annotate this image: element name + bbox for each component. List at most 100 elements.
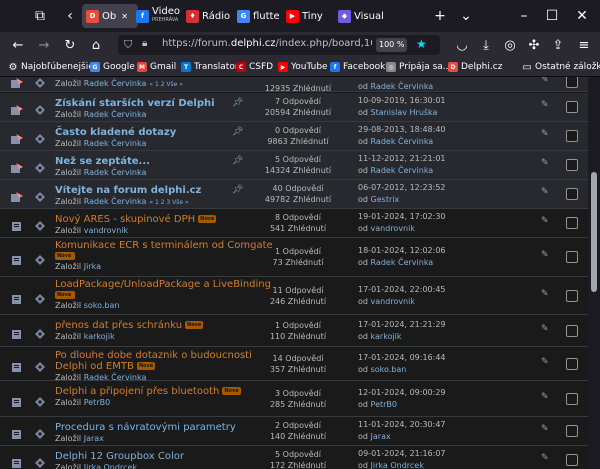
bookmark-item[interactable]: G Google bbox=[90, 60, 135, 74]
tab-overview-icon[interactable]: ⧉ bbox=[30, 6, 50, 26]
topic-author-link[interactable]: Jirka bbox=[84, 262, 101, 271]
moderation-icon[interactable]: ✎ bbox=[541, 392, 549, 402]
topic-pages-links[interactable]: « 1 2 3 Vše » bbox=[149, 199, 188, 206]
new-tab-plus-icon[interactable]: + bbox=[430, 6, 450, 26]
topic-author-link[interactable]: vandrovnik bbox=[84, 226, 128, 235]
shield-icon[interactable]: ⛉ bbox=[124, 38, 132, 52]
browser-tab[interactable]: ◆ Visual bbox=[338, 4, 384, 28]
select-topic-checkbox[interactable] bbox=[566, 130, 578, 142]
topic-pages-links[interactable]: « 1 2 Vše » bbox=[149, 81, 183, 88]
topic-title-link[interactable]: Než se zeptáte... bbox=[55, 156, 150, 167]
lock-icon[interactable]: 🔒︎ bbox=[142, 38, 147, 49]
page-scrollbar[interactable] bbox=[588, 77, 600, 469]
topic-title-link[interactable]: Delphi a připojení přes bluetooth Nové bbox=[55, 386, 241, 397]
topic-title-link[interactable]: Nový ARES - skupinové DPH Nové bbox=[55, 214, 217, 225]
bookmark-item[interactable]: D Delphi.cz bbox=[448, 60, 502, 74]
topic-author-link[interactable]: soko.ban bbox=[84, 301, 120, 310]
bookmark-item[interactable]: ▶ YouTube bbox=[278, 60, 328, 74]
topic-author-link[interactable]: PetrB0 bbox=[84, 398, 110, 407]
topic-author-link[interactable]: karkojik bbox=[84, 332, 115, 341]
last-post-author-link[interactable]: vandrovnik bbox=[371, 224, 415, 233]
moderation-icon[interactable]: ✎ bbox=[541, 77, 549, 85]
browser-tab[interactable]: Gflutter bbox=[237, 4, 279, 28]
select-topic-checkbox[interactable] bbox=[566, 425, 578, 437]
zoom-level-badge[interactable]: 100 % bbox=[376, 38, 408, 52]
last-post-author-link[interactable]: Radek Červinka bbox=[371, 258, 434, 267]
topic-title-link[interactable]: Vítejte na forum delphi.cz bbox=[55, 185, 201, 196]
last-post-author-link[interactable]: Jarax bbox=[371, 432, 391, 441]
select-topic-checkbox[interactable] bbox=[566, 289, 578, 302]
bookmark-item[interactable]: ◎ Pripája sa... bbox=[386, 60, 451, 74]
moderation-icon[interactable]: ✎ bbox=[541, 100, 549, 110]
select-topic-checkbox[interactable] bbox=[566, 77, 578, 88]
select-topic-checkbox[interactable] bbox=[566, 357, 578, 370]
bookmark-item[interactable]: ⚙ Najobľúbenejšie bbox=[8, 60, 94, 74]
bookmark-star-icon[interactable]: ★ bbox=[416, 37, 427, 51]
moderation-icon[interactable]: ✎ bbox=[541, 216, 549, 226]
reload-icon[interactable]: ↻ bbox=[60, 35, 80, 55]
moderation-icon[interactable]: ✎ bbox=[541, 129, 549, 139]
select-topic-checkbox[interactable] bbox=[566, 159, 578, 171]
back-arrow-icon[interactable]: ← bbox=[8, 35, 28, 55]
select-topic-checkbox[interactable] bbox=[566, 392, 578, 405]
moderation-icon[interactable]: ✎ bbox=[541, 324, 549, 334]
menu-hamburger-icon[interactable]: ≡ bbox=[574, 35, 594, 55]
topic-author-link[interactable]: Radek Červinka bbox=[84, 79, 147, 88]
bookmark-item[interactable]: f Facebook bbox=[330, 60, 385, 74]
last-post-author-link[interactable]: Jirka Ondrcek bbox=[371, 461, 424, 469]
minimize-icon[interactable]: – bbox=[514, 6, 534, 26]
last-post-author-link[interactable]: Radek Červinka bbox=[371, 137, 434, 146]
moderation-icon[interactable]: ✎ bbox=[541, 187, 549, 197]
browser-tab[interactable]: D Ob ✕ bbox=[82, 4, 138, 28]
select-topic-checkbox[interactable] bbox=[566, 188, 578, 200]
select-topic-checkbox[interactable] bbox=[566, 454, 578, 466]
share-icon[interactable]: ⇪ bbox=[548, 35, 568, 55]
select-topic-checkbox[interactable] bbox=[566, 324, 578, 337]
topic-title-link[interactable]: Procedura s návratovými parametry bbox=[55, 422, 236, 433]
forward-arrow-icon[interactable]: → bbox=[34, 35, 54, 55]
topic-author-link[interactable]: Radek Červinka bbox=[84, 197, 147, 206]
topic-author-link[interactable]: Jarax bbox=[84, 434, 104, 443]
last-post-author-link[interactable]: PetrB0 bbox=[371, 400, 397, 409]
topic-author-link[interactable]: Radek Červinka bbox=[84, 168, 147, 177]
account-icon[interactable]: ◎ bbox=[500, 35, 520, 55]
topic-author-link[interactable]: Jirka Ondrcek bbox=[84, 463, 137, 469]
topic-author-link[interactable]: Radek Červinka bbox=[84, 110, 147, 119]
bookmark-item[interactable]: M Gmail bbox=[137, 60, 176, 74]
extensions-puzzle-icon[interactable]: ✣ bbox=[524, 35, 544, 55]
last-post-author-link[interactable]: Radek Červinka bbox=[371, 166, 434, 175]
last-post-author-link[interactable]: vandrovnik bbox=[371, 297, 415, 306]
moderation-icon[interactable]: ✎ bbox=[541, 289, 549, 299]
browser-tab[interactable]: f Video PREHRÁVA bbox=[136, 4, 180, 28]
moderation-icon[interactable]: ✎ bbox=[541, 357, 549, 367]
topic-title-link[interactable]: Po dlouhe dobe dotaznik o budoucnosti Del… bbox=[55, 350, 252, 372]
url-text[interactable]: https://forum.delphi.cz/index.php/board,… bbox=[162, 38, 372, 49]
last-post-author-link[interactable]: Gestrix bbox=[371, 195, 400, 204]
tab-list-chevron-icon[interactable]: ⌄ bbox=[456, 6, 476, 26]
topic-title-link[interactable]: LoadPackage/UnloadPackage a LiveBinding N… bbox=[55, 279, 271, 299]
close-window-icon[interactable]: ✕ bbox=[572, 6, 592, 26]
last-post-author-link[interactable]: Radek Červinka bbox=[371, 82, 434, 91]
browser-tab[interactable]: ▶ Tiny bbox=[286, 4, 330, 28]
home-icon[interactable]: ⌂ bbox=[86, 35, 106, 55]
scrollbar-thumb[interactable] bbox=[591, 172, 597, 292]
topic-title-link[interactable]: Získání starších verzí Delphi bbox=[55, 98, 215, 109]
moderation-icon[interactable]: ✎ bbox=[541, 158, 549, 168]
download-icon[interactable]: ⤓ bbox=[476, 35, 496, 55]
bookmark-item[interactable]: ▭ Ostatné záložky bbox=[522, 60, 600, 74]
topic-author-link[interactable]: Radek Červinka bbox=[84, 139, 147, 148]
browser-tab[interactable]: ♦ Rádio bbox=[186, 4, 230, 28]
moderation-icon[interactable]: ✎ bbox=[541, 250, 549, 260]
bookmark-item[interactable]: C CSFD bbox=[236, 60, 273, 74]
moderation-icon[interactable]: ✎ bbox=[541, 424, 549, 434]
close-tab-icon[interactable]: ✕ bbox=[121, 12, 128, 21]
address-bar[interactable]: ⛉ 🔒︎ https://forum.delphi.cz/index.php/b… bbox=[118, 35, 440, 55]
pocket-icon[interactable]: ◡ bbox=[452, 35, 472, 55]
select-topic-checkbox[interactable] bbox=[566, 251, 578, 263]
topic-title-link[interactable]: přenos dat přes schránku Nové bbox=[55, 320, 204, 331]
tab-scroll-left-icon[interactable]: ‹ bbox=[60, 6, 80, 26]
last-post-author-link[interactable]: karkojik bbox=[371, 332, 402, 341]
topic-title-link[interactable]: Často kladené dotazy bbox=[55, 127, 176, 138]
maximize-icon[interactable]: ☐ bbox=[542, 6, 562, 26]
last-post-author-link[interactable]: Stanislav Hruška bbox=[371, 108, 438, 117]
